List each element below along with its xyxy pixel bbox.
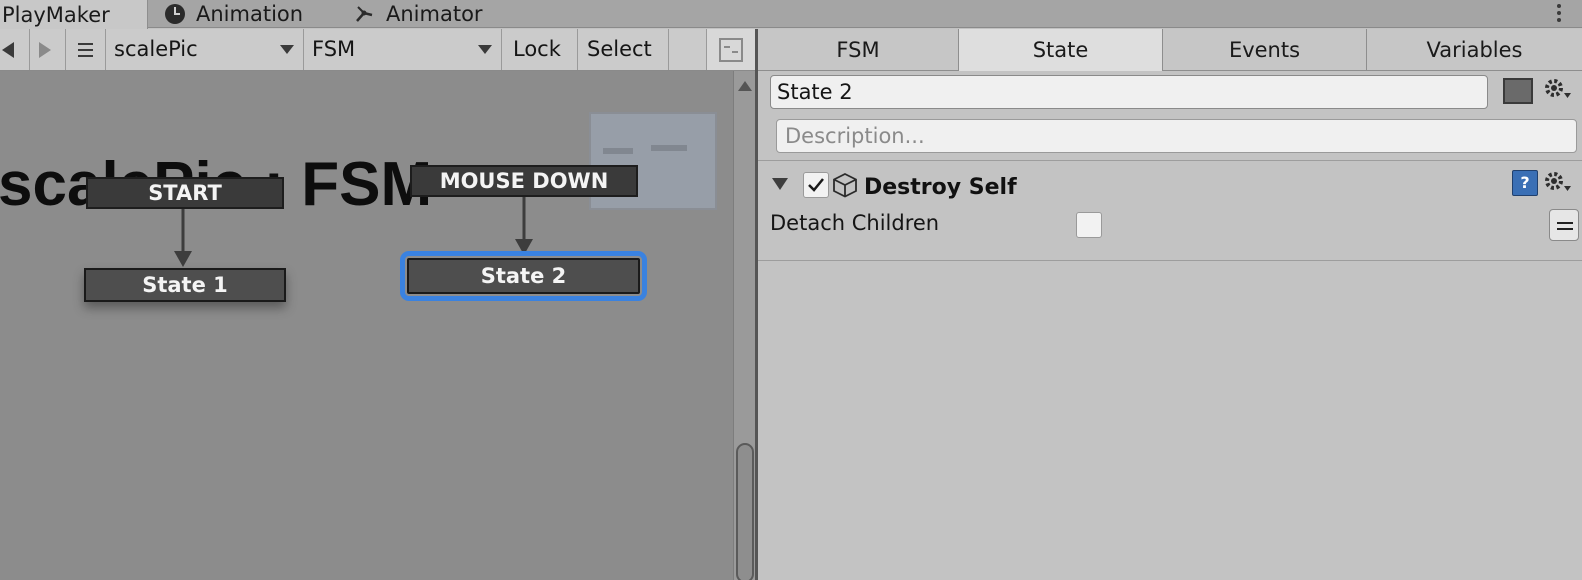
clock-icon — [164, 3, 186, 25]
section-separator — [758, 260, 1582, 261]
tab-animator-label: Animator — [386, 2, 483, 26]
animator-icon — [354, 3, 376, 25]
section-separator — [758, 160, 1582, 161]
forward-arrow-icon — [39, 42, 51, 58]
mouse-down-event-label: MOUSE DOWN — [439, 169, 609, 193]
mouse-down-event-node[interactable]: MOUSE DOWN — [410, 165, 638, 197]
action-title: Destroy Self — [864, 175, 1017, 200]
state-node-1-label: State 1 — [142, 273, 228, 297]
inspector-tabs: FSM State Events Variables — [758, 29, 1582, 71]
fsm-dropdown[interactable]: FSM — [304, 29, 502, 70]
tab-fsm[interactable]: FSM — [758, 29, 959, 71]
tab-fsm-label: FSM — [836, 38, 880, 62]
select-button[interactable]: Select — [578, 29, 669, 70]
spacer — [669, 29, 707, 70]
chevron-down-icon — [280, 45, 294, 54]
fsm-graph-canvas[interactable]: scalePic : FSM START State 1 MOUSE DOWN … — [0, 71, 733, 580]
description-field[interactable]: Description... — [776, 119, 1577, 153]
back-arrow-icon — [2, 42, 14, 58]
state-name-value: State 2 — [777, 80, 853, 104]
tab-playmaker[interactable]: PlayMaker — [0, 0, 148, 29]
cube-icon — [833, 172, 857, 198]
gameobject-dropdown-value: scalePic — [114, 37, 198, 61]
start-event-label: START — [148, 181, 222, 205]
state-node-1[interactable]: State 1 — [84, 268, 286, 302]
back-button[interactable] — [0, 29, 30, 70]
tab-state-label: State — [1032, 38, 1089, 62]
action-enabled-checkbox[interactable] — [803, 172, 829, 198]
minimap-toggle-button[interactable] — [707, 29, 756, 70]
transition-arrow-mouse-down — [515, 195, 533, 255]
tab-variables[interactable]: Variables — [1367, 29, 1582, 71]
window-tab-strip: PlayMaker Animation Animator — [0, 0, 1582, 29]
foldout-triangle-icon[interactable] — [772, 178, 788, 190]
lock-button-label: Lock — [513, 37, 561, 61]
tab-events[interactable]: Events — [1163, 29, 1367, 71]
checkmark-icon — [808, 178, 824, 192]
scroll-up-icon[interactable] — [738, 81, 752, 91]
gameobject-dropdown[interactable]: scalePic — [106, 29, 304, 70]
variable-toggle-button[interactable] — [1549, 209, 1579, 241]
minimap-icon — [719, 38, 743, 62]
lock-button[interactable]: Lock — [502, 29, 578, 70]
transition-arrow-start — [174, 207, 192, 267]
detach-children-checkbox[interactable] — [1076, 212, 1102, 238]
action-settings-gear-icon[interactable] — [1543, 170, 1573, 196]
state-name-field[interactable]: State 2 — [770, 75, 1488, 109]
select-button-label: Select — [587, 37, 652, 61]
tab-animation-label: Animation — [196, 2, 304, 26]
help-book-icon[interactable]: ? — [1512, 170, 1538, 196]
tab-variables-label: Variables — [1426, 38, 1523, 62]
more-options-icon[interactable] — [1556, 2, 1562, 24]
forward-button[interactable] — [30, 29, 66, 70]
fsm-dropdown-value: FSM — [312, 37, 356, 61]
start-event-node[interactable]: START — [86, 177, 284, 209]
menu-button[interactable] — [66, 29, 106, 70]
state-color-swatch[interactable] — [1503, 78, 1533, 104]
state-node-2-label: State 2 — [480, 264, 567, 288]
state-node-2[interactable]: State 2 — [400, 251, 647, 301]
tab-playmaker-label: PlayMaker — [2, 2, 110, 27]
tab-events-label: Events — [1228, 38, 1301, 62]
detach-children-label: Detach Children — [770, 211, 940, 235]
tab-state[interactable]: State — [959, 29, 1163, 71]
scrollbar-thumb[interactable] — [736, 443, 754, 580]
state-settings-gear-icon[interactable] — [1543, 77, 1573, 103]
chevron-down-icon — [478, 45, 492, 54]
graph-vertical-scrollbar[interactable] — [733, 71, 755, 580]
description-placeholder: Description... — [785, 124, 925, 148]
playmaker-toolbar: scalePic FSM Lock Select — [0, 29, 756, 71]
tab-animation[interactable]: Animation — [164, 0, 303, 28]
tab-animator[interactable]: Animator — [354, 0, 483, 28]
hamburger-icon — [78, 43, 93, 57]
